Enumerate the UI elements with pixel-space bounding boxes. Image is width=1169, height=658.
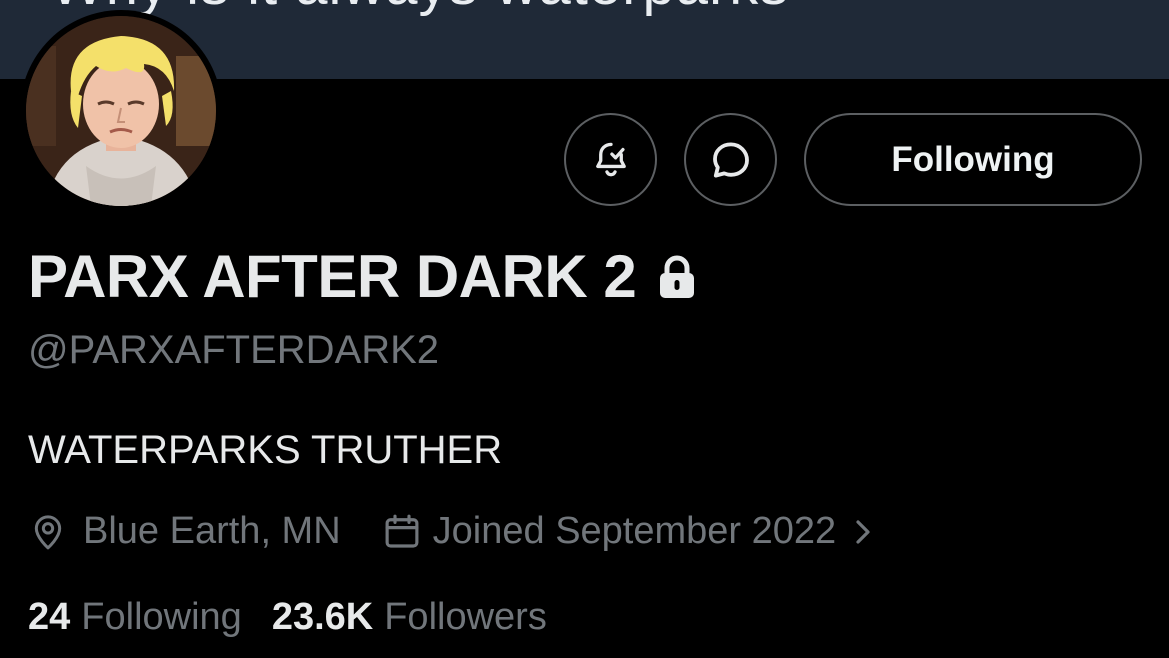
calendar-icon [385, 514, 419, 548]
followers-count: 23.6K [271, 596, 374, 638]
location-item: Blue Earth, MN [28, 510, 341, 553]
chevron-right-icon [856, 519, 870, 544]
followers-stat[interactable]: 23.6K Followers [272, 596, 547, 639]
profile-bio: WATERPARKS TRUTHER [28, 428, 503, 472]
display-name: PARX AFTER DARK 2 [28, 243, 637, 310]
banner-partial-text: Why is it always waterparks [50, 0, 789, 14]
avatar-photo [26, 16, 216, 206]
display-name-row: PARX AFTER DARK 2 [28, 244, 696, 310]
profile-meta: Blue Earth, MN Joined September 2022 [28, 510, 876, 553]
message-button[interactable] [684, 113, 777, 206]
location-text: Blue Earth, MN [83, 510, 341, 552]
joined-text: Joined September 2022 [432, 510, 837, 552]
lock-icon [660, 255, 695, 298]
location-pin-icon [34, 514, 62, 549]
following-label: Following [81, 596, 242, 638]
profile-handle: @PARXAFTERDARK2 [28, 328, 440, 372]
following-stat[interactable]: 24 Following [28, 596, 242, 639]
followers-label: Followers [384, 596, 547, 638]
avatar[interactable] [20, 10, 222, 212]
bell-check-icon [595, 142, 626, 176]
notify-button[interactable] [564, 113, 657, 206]
joined-item[interactable]: Joined September 2022 [381, 510, 877, 553]
profile-stats: 24 Following 23.6K Followers [28, 596, 547, 639]
message-bubble-icon [712, 142, 749, 177]
following-count: 24 [28, 596, 71, 638]
following-button[interactable]: Following [804, 113, 1142, 206]
